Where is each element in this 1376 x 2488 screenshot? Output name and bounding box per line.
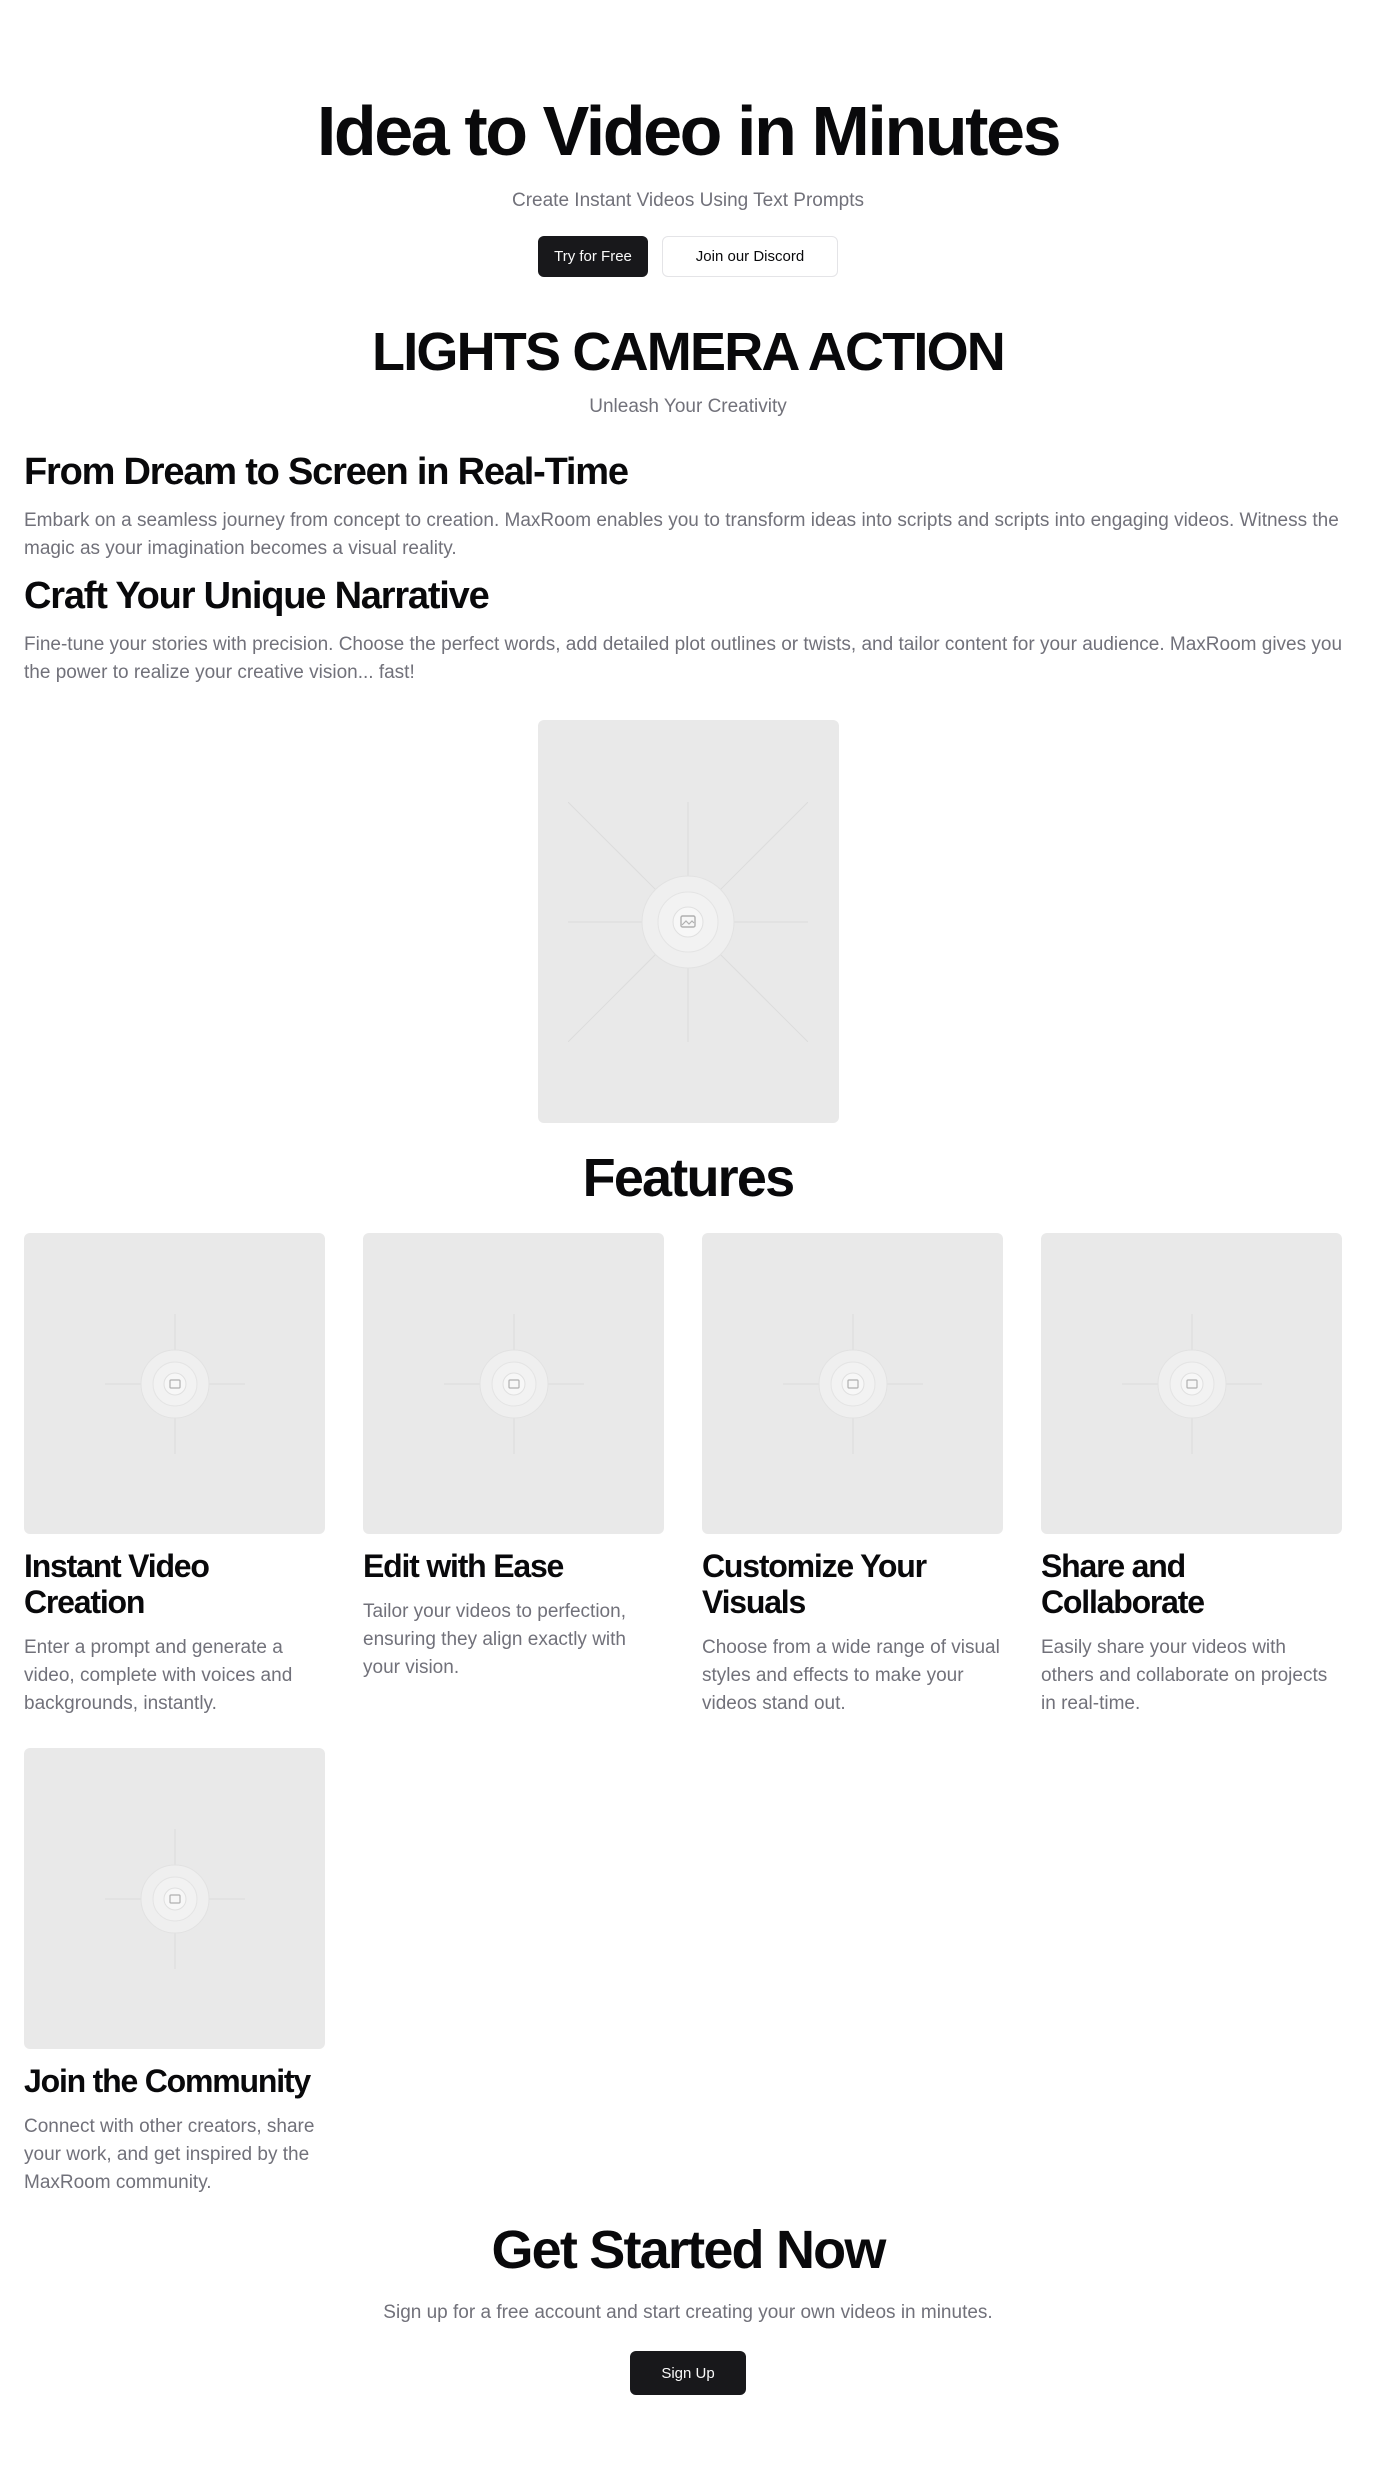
landing-page: Idea to Video in Minutes Create Instant … <box>0 0 1376 2395</box>
feature-image-placeholder <box>702 1233 1003 1534</box>
features-title: Features <box>582 1148 796 1208</box>
feature-title: Instant Video Creation <box>24 1548 210 1620</box>
hero-media-placeholder <box>537 720 839 1123</box>
story-heading: Craft Your Unique Narrative <box>24 575 490 617</box>
feature-description: Connect with other creators, share your … <box>24 2116 315 2193</box>
feature-card: Edit with Ease Tailor your videos to per… <box>363 1233 664 1718</box>
story-heading: From Dream to Screen in Real-Time <box>24 451 629 493</box>
feature-description: Choose from a wide range of visual style… <box>702 1637 1000 1714</box>
feature-title: Join the Community <box>24 2063 311 2099</box>
hero-subtitle: Create Instant Videos Using Text Prompts <box>511 190 865 211</box>
feature-title: Share and Collaborate <box>1041 1548 1205 1620</box>
feature-image-placeholder <box>363 1233 664 1534</box>
image-placeholder-icon <box>1121 1313 1262 1454</box>
feature-card: Share and Collaborate Easily share your … <box>1041 1233 1342 1718</box>
feature-title: Customize Your Visuals <box>702 1548 927 1620</box>
get-started-section: Get Started Now Sign up for a free accou… <box>0 2219 1376 2395</box>
story-block: From Dream to Screen in Real-Time Embark… <box>24 449 1352 563</box>
lights-section: LIGHTS CAMERA ACTION Unleash Your Creati… <box>0 321 1376 421</box>
story-block: Craft Your Unique Narrative Fine-tune yo… <box>24 573 1352 687</box>
features-grid: Instant Video Creation Enter a prompt an… <box>0 1233 1376 2197</box>
cta-title: Get Started Now <box>491 2220 886 2280</box>
image-placeholder-icon <box>104 1828 245 1969</box>
hero-section: Idea to Video in Minutes Create Instant … <box>0 0 1376 277</box>
image-placeholder-icon <box>104 1313 245 1454</box>
story-body: Embark on a seamless journey from concep… <box>24 510 1339 559</box>
image-placeholder-icon <box>568 801 808 1042</box>
feature-card: Customize Your Visuals Choose from a wid… <box>702 1233 1003 1718</box>
join-discord-button[interactable]: Join our Discord <box>662 236 838 277</box>
image-placeholder-icon <box>443 1313 584 1454</box>
feature-image-placeholder <box>1041 1233 1342 1534</box>
image-placeholder-icon <box>782 1313 923 1454</box>
feature-image-placeholder <box>24 1748 325 2049</box>
feature-card: Instant Video Creation Enter a prompt an… <box>24 1233 325 1718</box>
feature-title: Edit with Ease <box>363 1548 564 1584</box>
feature-card: Join the Community Connect with other cr… <box>24 1748 325 2197</box>
lights-title: LIGHTS CAMERA ACTION <box>372 322 1006 382</box>
lights-subtitle: Unleash Your Creativity <box>589 396 787 417</box>
story-section: From Dream to Screen in Real-Time Embark… <box>0 449 1376 687</box>
feature-description: Enter a prompt and generate a video, com… <box>24 1637 293 1714</box>
feature-description: Tailor your videos to perfection, ensuri… <box>363 1601 626 1678</box>
feature-description: Easily share your videos with others and… <box>1041 1637 1328 1714</box>
hero-title: Idea to Video in Minutes <box>316 92 1062 170</box>
feature-image-placeholder <box>24 1233 325 1534</box>
story-body: Fine-tune your stories with precision. C… <box>24 634 1343 683</box>
cta-subtitle: Sign up for a free account and start cre… <box>383 2302 993 2323</box>
try-for-free-button[interactable]: Try for Free <box>538 236 648 277</box>
sign-up-button[interactable]: Sign Up <box>630 2351 746 2395</box>
hero-actions: Try for Free Join our Discord <box>0 236 1376 277</box>
